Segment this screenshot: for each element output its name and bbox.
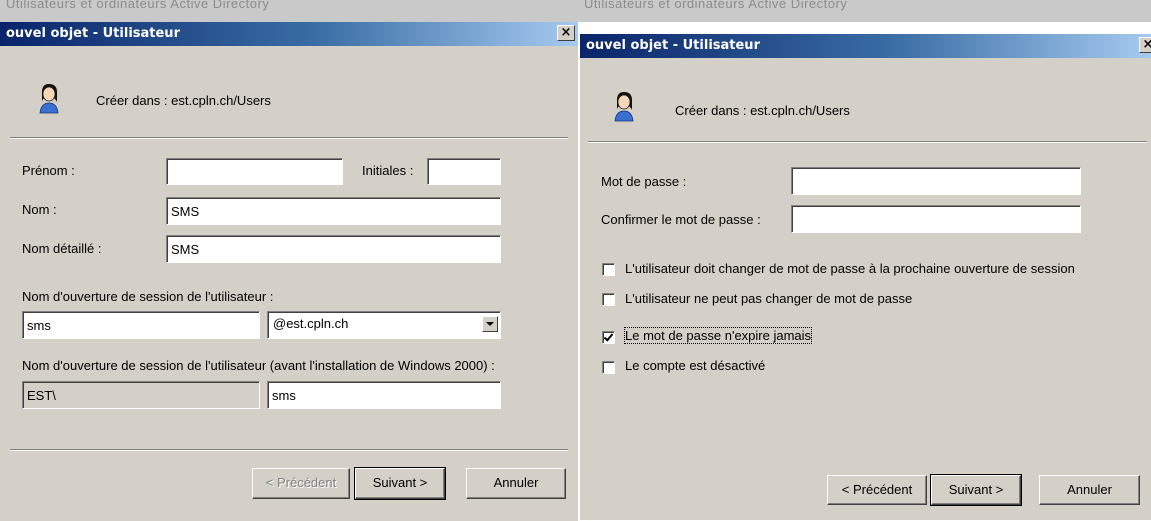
title-bar[interactable]: ouvel objet - Utilisateur ×	[580, 34, 1151, 58]
password-field[interactable]	[791, 167, 1081, 195]
confirm-password-label: Confirmer le mot de passe :	[601, 212, 761, 227]
create-in-path: est.cpln.ch/Users	[171, 93, 271, 108]
close-icon: ×	[1142, 37, 1151, 52]
password-never-expires-label[interactable]: Le mot de passe n'expire jamais	[623, 327, 813, 344]
confirm-password-field[interactable]	[791, 205, 1081, 233]
prewin2000-logon-field[interactable]	[267, 381, 501, 409]
prewin2000-logon-label: Nom d'ouverture de session de l'utilisat…	[22, 358, 495, 373]
prewin2000-domain-field	[22, 381, 260, 409]
header-separator	[588, 141, 1147, 143]
create-in-label: Créer dans : est.cpln.ch/Users	[675, 103, 850, 118]
password-label: Mot de passe :	[601, 174, 687, 189]
background-window-strip-right: Utilisateurs et ordinateurs Active Direc…	[578, 0, 1151, 22]
cannot-change-password-checkbox[interactable]	[602, 293, 615, 306]
next-button[interactable]: Suivant >	[354, 467, 446, 500]
close-button[interactable]: ×	[557, 25, 575, 41]
initials-label: Initiales :	[362, 163, 414, 178]
cannot-change-password-label[interactable]: L'utilisateur ne peut pas changer de mot…	[625, 291, 912, 306]
previous-button[interactable]: < Précédent	[827, 475, 927, 505]
last-name-field[interactable]	[166, 197, 501, 225]
dialog-title: ouvel objet - Utilisateur	[586, 38, 760, 53]
create-in-label: Créer dans : est.cpln.ch/Users	[96, 93, 271, 108]
password-never-expires-checkbox[interactable]	[602, 331, 615, 344]
must-change-password-label[interactable]: L'utilisateur doit changer de mot de pas…	[625, 261, 1075, 276]
full-name-label: Nom détaillé :	[22, 241, 102, 256]
next-button[interactable]: Suivant >	[930, 474, 1022, 506]
background-window-strip-left: Utilisateurs et ordinateurs Active Direc…	[0, 0, 578, 22]
logon-name-field[interactable]	[22, 311, 260, 339]
header-separator	[10, 137, 568, 139]
first-name-field[interactable]	[166, 158, 343, 185]
dialog-title: ouvel objet - Utilisateur	[6, 26, 180, 41]
user-icon	[39, 84, 59, 114]
previous-button[interactable]: < Précédent	[252, 468, 350, 499]
cancel-button[interactable]: Annuler	[466, 468, 566, 499]
first-name-label: Prénom :	[22, 163, 75, 178]
full-name-field[interactable]	[166, 235, 501, 263]
close-icon: ×	[560, 25, 572, 40]
account-disabled-checkbox[interactable]	[602, 361, 615, 374]
new-user-dialog-password-step: ouvel objet - Utilisateur × Créer dans :…	[580, 34, 1151, 520]
background-caption: Utilisateurs et ordinateurs Active Direc…	[6, 0, 270, 11]
cancel-button[interactable]: Annuler	[1039, 475, 1140, 505]
create-in-path: est.cpln.ch/Users	[750, 103, 850, 118]
last-name-label: Nom :	[22, 202, 57, 217]
initials-field[interactable]	[427, 158, 501, 185]
user-icon	[614, 92, 634, 122]
logon-name-label: Nom d'ouverture de session de l'utilisat…	[22, 289, 274, 304]
title-bar[interactable]: ouvel objet - Utilisateur ×	[0, 22, 578, 46]
chevron-down-icon[interactable]	[482, 316, 498, 332]
account-disabled-label[interactable]: Le compte est désactivé	[625, 358, 765, 373]
close-button[interactable]: ×	[1139, 37, 1151, 53]
upn-suffix-value: @est.cpln.ch	[273, 316, 349, 331]
upn-suffix-select[interactable]: @est.cpln.ch	[267, 311, 501, 339]
background-caption: Utilisateurs et ordinateurs Active Direc…	[584, 0, 848, 11]
must-change-password-checkbox[interactable]	[602, 263, 615, 276]
footer-separator	[10, 449, 568, 451]
new-user-dialog-name-step: ouvel objet - Utilisateur × Créer dans :…	[0, 22, 578, 521]
